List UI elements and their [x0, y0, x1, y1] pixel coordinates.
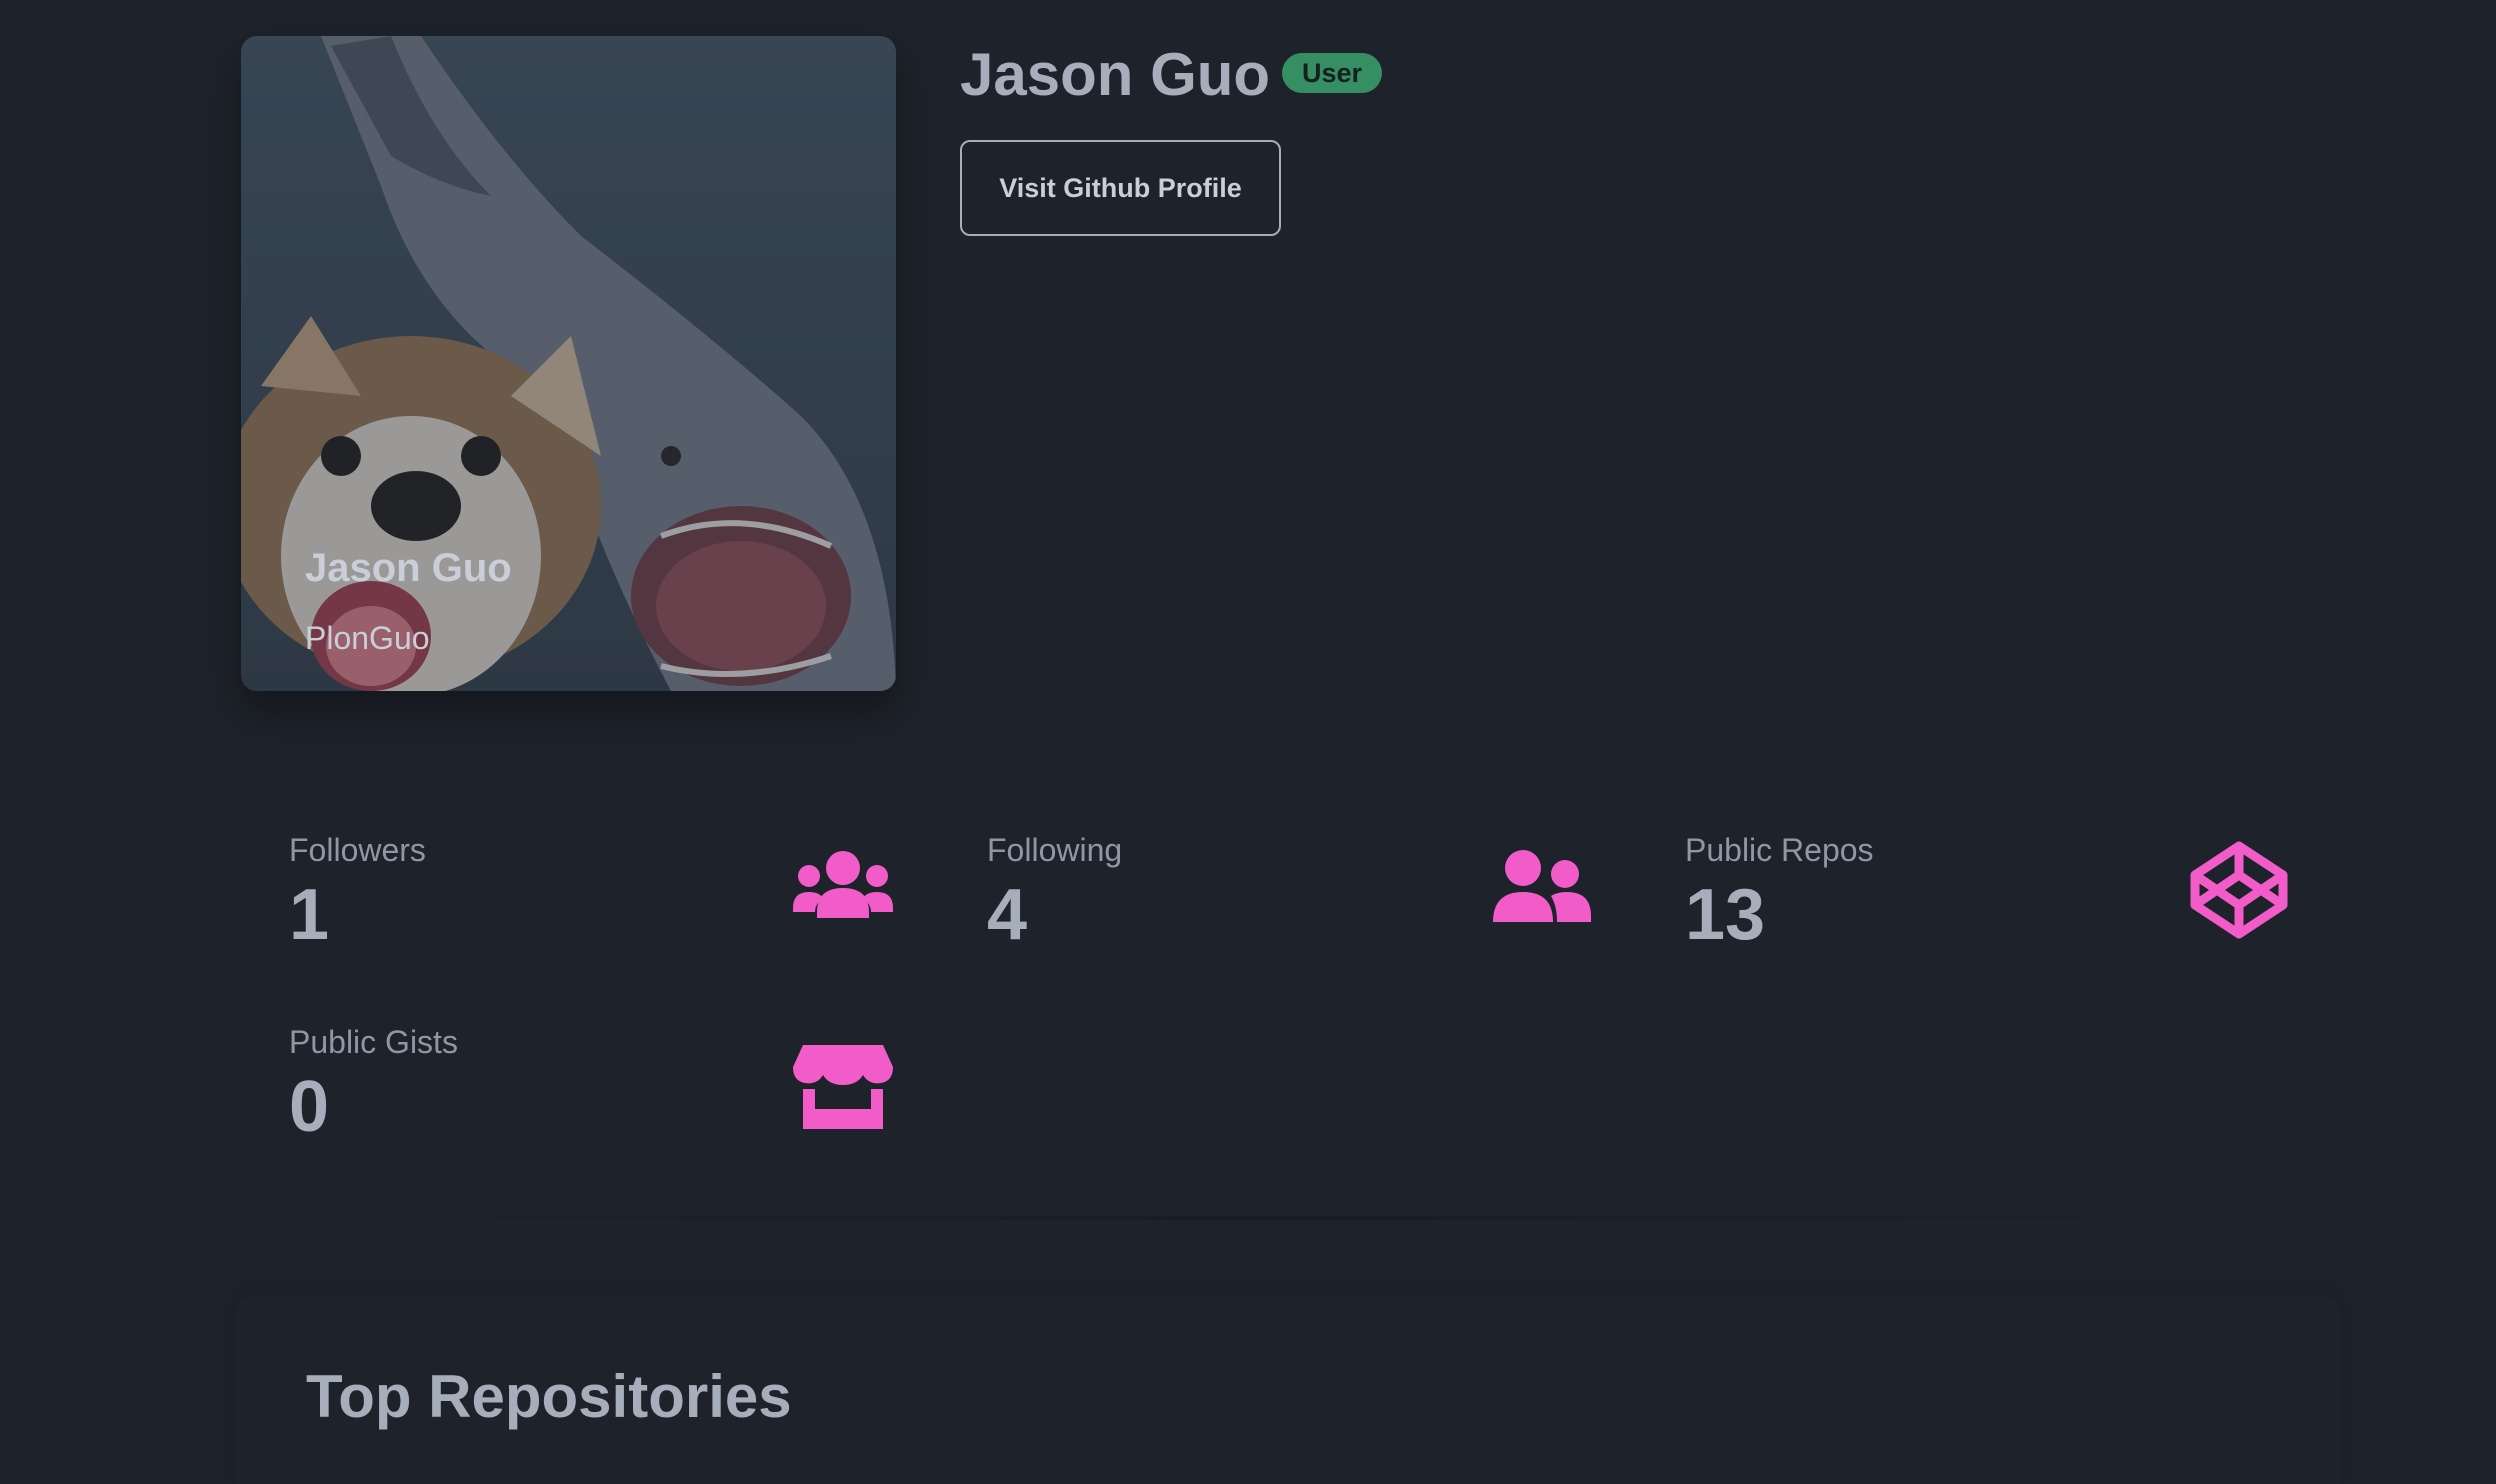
users-icon [793, 840, 893, 940]
stat-value: 0 [289, 1067, 330, 1147]
profile-title: Jason Guo [960, 41, 1271, 108]
stat-label: Public Repos [1685, 832, 1874, 868]
codepen-icon [2189, 840, 2289, 940]
stat-label: Public Gists [289, 1024, 458, 1060]
store-icon [793, 1040, 893, 1140]
profile-page: Jason Guo PlonGuo Jason Guo User Visit G… [0, 0, 2496, 1484]
avatar-card: Jason Guo PlonGuo [241, 36, 896, 691]
stat-value: 4 [987, 875, 1028, 955]
stat-value: 13 [1685, 875, 1766, 955]
stat-label: Followers [289, 832, 426, 868]
avatar-login: PlonGuo [305, 620, 430, 656]
user-friends-icon [1491, 840, 1591, 940]
avatar-name: Jason Guo [305, 546, 512, 590]
stat-value: 1 [289, 875, 330, 955]
user-type-badge: User [1282, 53, 1383, 93]
top-repositories-section: Top Repositories [236, 1296, 2340, 1484]
stats-divider [241, 1216, 2337, 1220]
stat-label: Following [987, 832, 1123, 868]
section-title: Top Repositories [306, 1363, 792, 1430]
avatar-overlay [241, 36, 896, 691]
visit-github-profile-button[interactable]: Visit Github Profile [960, 140, 1281, 236]
